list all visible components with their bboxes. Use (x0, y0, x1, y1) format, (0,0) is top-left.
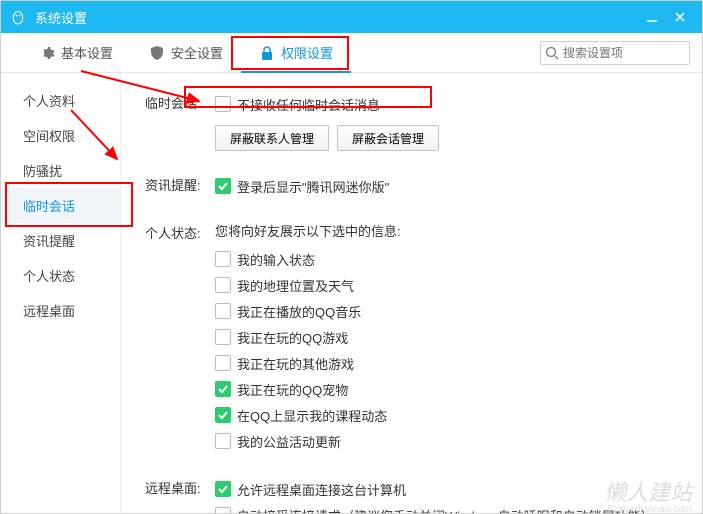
sidebar-item-label: 防骚扰 (23, 161, 62, 180)
tab-privacy[interactable]: 权限设置 (241, 33, 351, 72)
checkbox-status-label-3: 我正在玩的QQ游戏 (237, 328, 348, 347)
search-icon (544, 45, 560, 61)
checkbox-status-2[interactable] (215, 303, 231, 319)
checkbox-reject-temp-label: 不接收任何临时会话消息 (237, 95, 380, 114)
sidebar-item-label: 空间权限 (23, 126, 75, 145)
sidebar-item-label: 个人状态 (23, 266, 75, 285)
checkbox-status-5[interactable] (215, 381, 231, 397)
checkbox-status-1[interactable] (215, 277, 231, 293)
section-label-remote: 远程桌面: (145, 476, 215, 513)
checkbox-status-0[interactable] (215, 251, 231, 267)
checkbox-status-label-5: 我正在玩的QQ宠物 (237, 380, 348, 399)
shield-icon (149, 45, 165, 61)
checkbox-status-4[interactable] (215, 355, 231, 371)
checkbox-allow-remote-label: 允许远程桌面连接这台计算机 (237, 480, 406, 499)
sidebar-item-harassment[interactable]: 防骚扰 (1, 153, 120, 188)
sidebar-item-temp-session[interactable]: 临时会话 (1, 188, 120, 223)
sidebar-item-label: 远程桌面 (23, 301, 75, 320)
checkbox-allow-remote[interactable] (215, 481, 231, 497)
checkbox-auto-accept-label: 自动接受连接请求（建议您手动关闭Windows自动睡眠和自动锁屏功能） (237, 506, 654, 514)
section-label-status: 个人状态: (145, 221, 215, 454)
checkbox-status-label-4: 我正在玩的其他游戏 (237, 354, 354, 373)
checkbox-show-mini-label: 登录后显示"腾讯网迷你版" (237, 177, 389, 196)
window-title: 系统设置 (35, 8, 638, 27)
sidebar-item-news[interactable]: 资讯提醒 (1, 223, 120, 258)
block-sessions-button[interactable]: 屏蔽会话管理 (337, 125, 439, 151)
checkbox-show-mini[interactable] (215, 178, 231, 194)
checkbox-status-label-7: 我的公益活动更新 (237, 432, 341, 451)
gear-icon (39, 45, 55, 61)
sidebar: 个人资料 空间权限 防骚扰 临时会话 资讯提醒 个人状态 远程桌面 (1, 73, 121, 513)
block-contacts-button[interactable]: 屏蔽联系人管理 (215, 125, 329, 151)
checkbox-auto-accept[interactable] (215, 507, 231, 513)
checkbox-status-label-2: 我正在播放的QQ音乐 (237, 302, 361, 321)
checkbox-status-3[interactable] (215, 329, 231, 345)
sidebar-item-profile[interactable]: 个人资料 (1, 83, 120, 118)
sidebar-item-label: 资讯提醒 (23, 231, 75, 250)
checkbox-status-7[interactable] (215, 433, 231, 449)
app-logo-icon (9, 8, 27, 26)
sidebar-item-label: 个人资料 (23, 91, 75, 110)
section-label-temp: 临时会话: (145, 91, 215, 151)
sidebar-item-remote[interactable]: 远程桌面 (1, 293, 120, 328)
minimize-button[interactable] (638, 1, 666, 33)
checkbox-status-label-0: 我的输入状态 (237, 250, 315, 269)
section-label-news: 资讯提醒: (145, 173, 215, 199)
checkbox-status-6[interactable] (215, 407, 231, 423)
sidebar-item-label: 临时会话 (23, 196, 75, 215)
search-input[interactable] (540, 41, 690, 65)
tab-security-label: 安全设置 (171, 43, 223, 62)
tab-security[interactable]: 安全设置 (131, 33, 241, 72)
checkbox-status-label-1: 我的地理位置及天气 (237, 276, 354, 295)
close-button[interactable] (666, 1, 694, 33)
checkbox-reject-temp[interactable] (215, 96, 231, 112)
checkbox-status-label-6: 在QQ上显示我的课程动态 (237, 406, 387, 425)
tab-basic[interactable]: 基本设置 (21, 33, 131, 72)
sidebar-item-status[interactable]: 个人状态 (1, 258, 120, 293)
status-hint: 您将向好友展示以下选中的信息: (215, 221, 678, 240)
tab-privacy-label: 权限设置 (281, 43, 333, 62)
lock-icon (259, 45, 275, 61)
tab-basic-label: 基本设置 (61, 43, 113, 62)
sidebar-item-space[interactable]: 空间权限 (1, 118, 120, 153)
